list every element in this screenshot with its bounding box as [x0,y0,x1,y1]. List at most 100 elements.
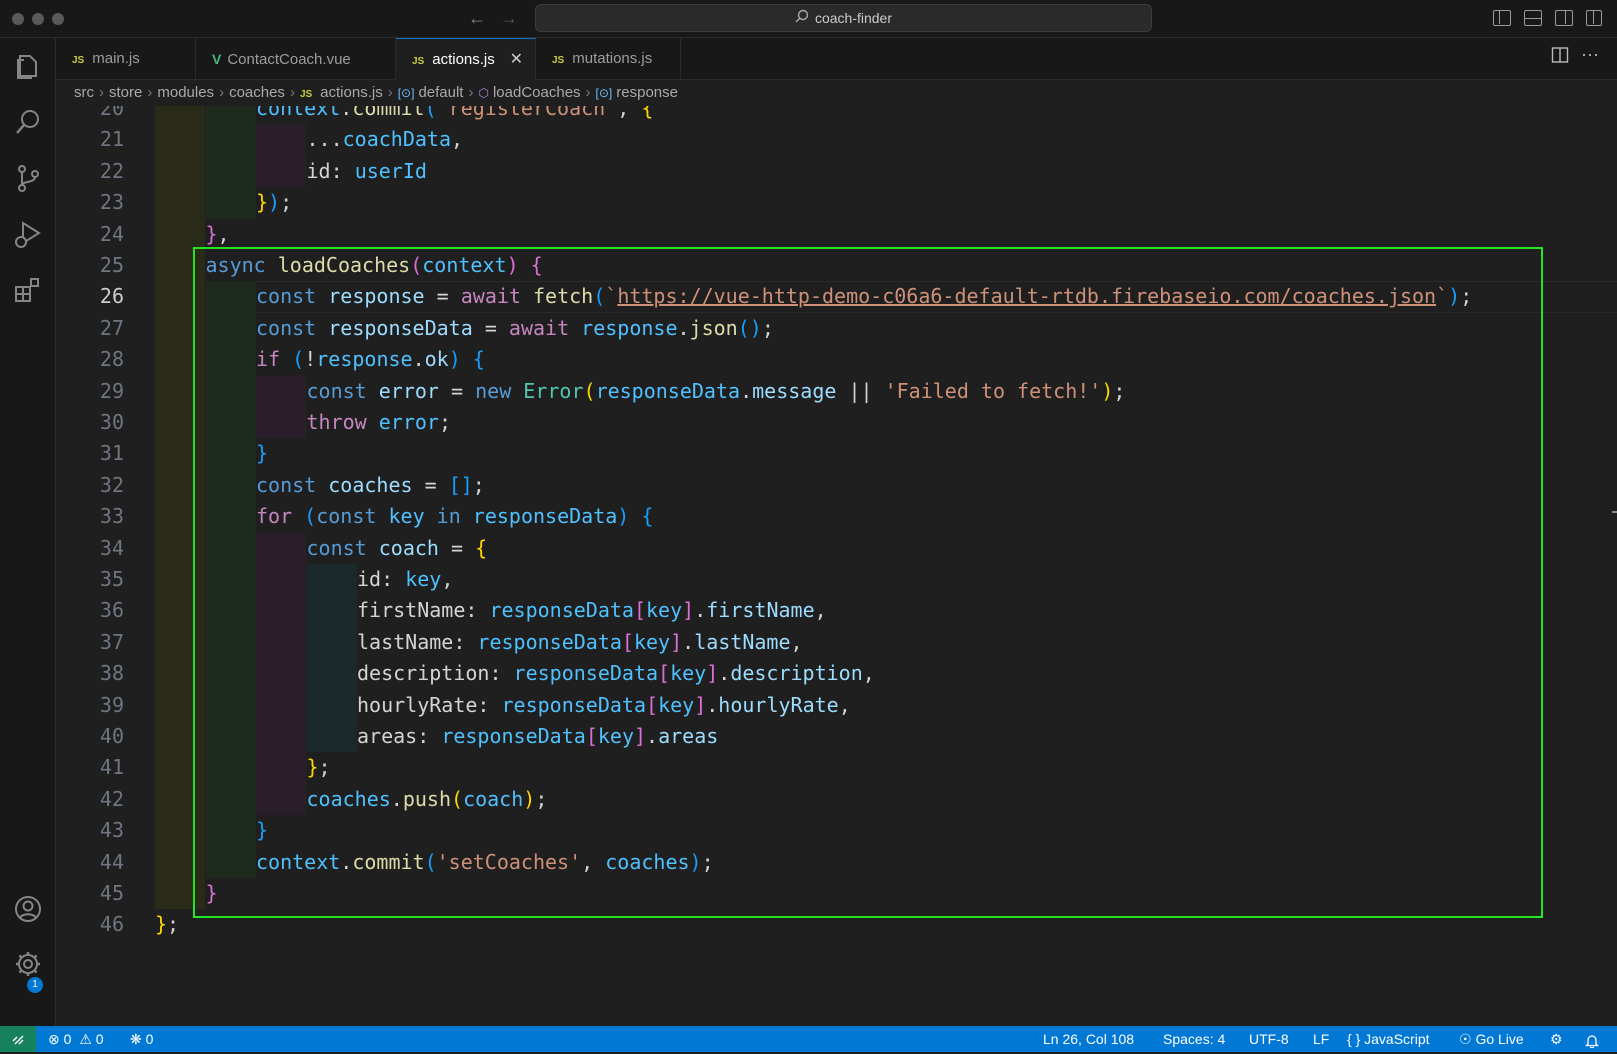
line-number[interactable]: 36 [56,595,124,626]
code-line[interactable]: 36 firstName: responseData[key].firstName… [56,595,1617,627]
code-text[interactable]: }; [307,752,331,783]
code-text[interactable]: if (!response.ok) { [256,344,485,375]
go-live-button[interactable]: ☉ Go Live [1459,1026,1524,1052]
line-number[interactable]: 24 [56,219,124,250]
line-number[interactable]: 34 [56,533,124,564]
code-text[interactable]: const coaches = []; [256,470,485,501]
line-number[interactable]: 33 [56,501,124,532]
code-line[interactable]: 31} [56,438,1617,470]
code-text[interactable]: context.commit('registerCoach', { [256,106,653,124]
code-line[interactable]: 30 throw error; [56,407,1617,439]
code-line[interactable]: 40 areas: responseData[key].areas [56,721,1617,753]
forward-arrow-icon[interactable]: → [500,8,518,29]
breadcrumb-item-coaches[interactable]: coaches [229,84,285,101]
code-text[interactable]: const error = new Error(responseData.mes… [307,376,1126,407]
line-number[interactable]: 44 [56,847,124,878]
explorer-icon[interactable] [12,50,44,82]
line-number[interactable]: 35 [56,564,124,595]
code-line[interactable]: 25 async loadCoaches(context) { [56,250,1617,282]
line-number[interactable]: 40 [56,721,124,752]
split-editor-icon[interactable] [1551,46,1569,69]
line-number[interactable]: 30 [56,407,124,438]
code-line[interactable]: 24}, [56,218,1617,250]
code-editor[interactable]: 20 context.commit('registerCoach', { 21...… [56,106,1617,1026]
tab-contactcoach-vue[interactable]: V ContactCoach.vue [196,38,396,80]
minimize-window-button[interactable] [32,13,44,25]
problems-indicator[interactable]: ⊗ 0 ⚠ 0 [48,1026,104,1052]
tab-actions-js[interactable]: JS actions.js ✕ [396,38,536,80]
code-text[interactable]: async loadCoaches(context) { [206,250,543,281]
command-center-search[interactable]: coach-finder [535,4,1152,32]
code-text[interactable]: id: userId [307,156,427,187]
code-text[interactable]: }; [155,909,179,940]
line-number[interactable]: 26 [56,281,124,312]
code-text[interactable]: areas: responseData[key].areas [357,721,718,752]
back-arrow-icon[interactable]: ← [468,8,486,29]
code-line[interactable]: 41}; [56,752,1617,784]
code-line[interactable]: 39 hourlyRate: responseData[key].hourlyRa… [56,689,1617,721]
toggle-panel-icon[interactable] [1524,10,1542,26]
code-line[interactable]: 20 context.commit('registerCoach', { [56,106,1617,125]
code-line[interactable]: 43} [56,815,1617,847]
extensions-icon[interactable] [12,274,44,306]
code-line[interactable]: 32 const coaches = []; [56,469,1617,502]
breadcrumb-item-src[interactable]: src [74,84,94,101]
ports-indicator[interactable]: ❋ 0 [130,1026,153,1052]
code-text[interactable]: lastName: responseData[key].lastName, [357,627,803,658]
code-line[interactable]: 21 ...coachData, [56,124,1617,156]
maximize-window-button[interactable] [52,13,64,25]
code-text[interactable]: throw error; [307,407,452,438]
close-icon[interactable]: ✕ [510,39,523,81]
bell-icon[interactable] [1584,1026,1600,1052]
breadcrumb-item-file[interactable]: actions.js [320,84,383,101]
line-number[interactable]: 20 [56,106,124,124]
code-line[interactable]: 26 const response = await fetch(`https://… [56,281,1617,313]
code-line[interactable]: 28 if (!response.ok) { [56,344,1617,376]
code-text[interactable]: for (const key in responseData) { [256,501,653,532]
line-number[interactable]: 43 [56,815,124,846]
breadcrumb-item-loadcoaches[interactable]: loadCoaches [493,84,581,101]
code-text[interactable]: ...coachData, [307,124,464,155]
line-number[interactable]: 29 [56,376,124,407]
code-text[interactable]: } [256,438,268,469]
breadcrumb-item-default[interactable]: default [418,84,463,101]
code-text[interactable]: coaches.push(coach); [307,784,548,815]
search-icon[interactable] [12,106,44,138]
line-number[interactable]: 27 [56,313,124,344]
line-number[interactable]: 46 [56,909,124,940]
eol-indicator[interactable]: LF [1313,1026,1329,1052]
code-line[interactable]: 38 description: responseData[key].descrip… [56,658,1617,690]
code-text[interactable]: } [206,878,218,909]
code-line[interactable]: 46}; [56,909,1617,940]
line-number[interactable]: 22 [56,156,124,187]
code-text[interactable]: const response = await fetch(`https://vu… [256,281,1472,312]
line-number[interactable]: 25 [56,250,124,281]
line-number[interactable]: 31 [56,438,124,469]
breadcrumb-item-modules[interactable]: modules [157,84,214,101]
tab-mutations-js[interactable]: JS mutations.js [536,38,681,80]
line-number[interactable]: 41 [56,752,124,783]
line-number[interactable]: 23 [56,187,124,218]
copilot-icon[interactable]: ⚙ [1550,1026,1563,1052]
code-text[interactable]: hourlyRate: responseData[key].hourlyRate… [357,690,851,721]
code-text[interactable]: firstName: responseData[key].firstName, [357,595,827,626]
code-line[interactable]: 37 lastName: responseData[key].lastName, [56,626,1617,659]
toggle-primary-sidebar-icon[interactable] [1493,10,1511,26]
code-text[interactable]: const coach = { [307,533,488,564]
code-line[interactable]: 22 id: userId [56,155,1617,188]
indentation-indicator[interactable]: Spaces: 4 [1163,1026,1225,1052]
line-number[interactable]: 42 [56,784,124,815]
breadcrumb-item-store[interactable]: store [109,84,142,101]
remote-indicator-icon[interactable] [0,1026,36,1052]
line-number[interactable]: 21 [56,124,124,155]
line-number[interactable]: 32 [56,470,124,501]
code-line[interactable]: 23}); [56,187,1617,219]
breadcrumb-item-response[interactable]: response [616,84,678,101]
line-number[interactable]: 28 [56,344,124,375]
tab-main-js[interactable]: JS main.js [56,38,196,80]
code-line[interactable]: 34 const coach = { [56,532,1617,564]
more-actions-icon[interactable]: ··· [1581,44,1599,65]
customize-layout-icon[interactable] [1586,10,1602,26]
code-text[interactable]: description: responseData[key].descripti… [357,658,875,689]
code-line[interactable]: 29 const error = new Error(responseData.m… [56,375,1617,407]
